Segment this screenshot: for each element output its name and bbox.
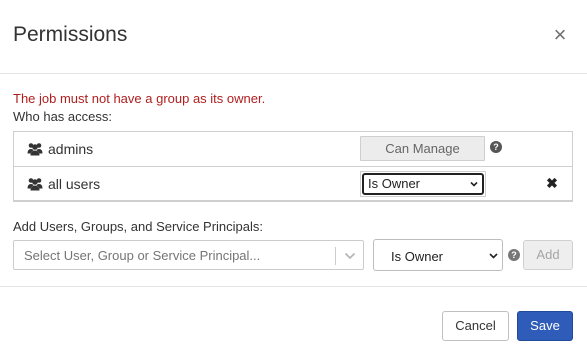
dialog-footer: Cancel Save xyxy=(0,286,587,355)
new-permission-value: Is Owner xyxy=(391,249,444,264)
permission-level-readonly: Can Manage xyxy=(360,136,485,161)
add-principals-label: Add Users, Groups, and Service Principal… xyxy=(13,219,263,234)
save-button[interactable]: Save xyxy=(517,311,573,341)
access-table: admins Can Manage ? all users Is Owner ✖ xyxy=(13,131,573,202)
new-permission-select[interactable]: Is Owner xyxy=(373,239,503,271)
table-bottom-border xyxy=(14,200,572,202)
add-button[interactable]: Add xyxy=(523,240,573,270)
principal-placeholder: Select User, Group or Service Principal.… xyxy=(24,248,261,263)
principal-name: all users xyxy=(48,176,101,192)
access-row-admins: admins Can Manage ? xyxy=(14,132,572,167)
group-icon xyxy=(27,143,43,156)
dialog-title: Permissions xyxy=(13,23,128,46)
permissions-dialog: Permissions × The job must not have a gr… xyxy=(0,0,587,355)
principal-name: admins xyxy=(48,141,94,157)
chevron-down-icon xyxy=(470,181,478,187)
chevron-down-icon xyxy=(489,253,498,259)
close-icon[interactable]: × xyxy=(550,24,570,46)
error-message: The job must not have a group as its own… xyxy=(13,91,266,106)
chevron-down-icon[interactable] xyxy=(344,251,356,261)
permission-select[interactable]: Is Owner xyxy=(362,173,484,195)
cancel-button[interactable]: Cancel xyxy=(442,311,509,341)
dialog-header: Permissions × xyxy=(0,0,587,74)
select-separator xyxy=(335,247,336,265)
access-row-all-users: all users Is Owner ✖ xyxy=(14,167,572,202)
permission-select-value: Is Owner xyxy=(368,176,421,191)
who-has-access-label: Who has access: xyxy=(13,109,112,124)
permission-select-wrapper: Is Owner xyxy=(360,171,486,197)
group-icon xyxy=(27,178,43,191)
question-circle-icon: ? xyxy=(490,141,502,153)
principal-search-select[interactable]: Select User, Group or Service Principal.… xyxy=(13,240,364,270)
question-circle-icon: ? xyxy=(508,249,520,261)
times-icon[interactable]: ✖ xyxy=(546,176,558,190)
